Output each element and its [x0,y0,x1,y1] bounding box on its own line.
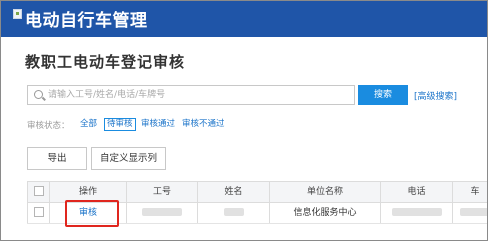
export-button[interactable]: 导出 [27,147,87,170]
custom-columns-button[interactable]: 自定义显示列 [91,147,166,170]
filter-option-all[interactable]: 全部 [80,118,97,131]
row-select-cell [27,203,49,223]
review-highlight-box [65,200,119,227]
header-phone: 电话 [380,182,452,202]
header-vehicle: 车 [452,182,487,202]
page-title: 教职工电动车登记审核 [25,53,186,71]
broken-image-icon [13,9,22,19]
app-window: 电动自行车管理 教职工电动车登记审核 搜索 [高级搜索] 审核状态： 全部 待审… [0,0,488,241]
row-phone-cell [380,203,452,223]
redacted-phone [391,207,442,216]
search-icon [34,90,43,99]
row-unit-cell: 信息化服务中心 [269,203,380,223]
redacted-name [223,207,244,216]
row-vehicle-cell [452,203,487,223]
row-name-cell [197,203,269,223]
filter-option-approved[interactable]: 审核通过 [141,118,175,131]
filter-option-pending[interactable]: 待审核 [104,118,136,131]
row-checkbox[interactable] [33,206,44,217]
header-action: 操作 [49,182,126,202]
advanced-search-link[interactable]: [高级搜索] [414,89,457,102]
search-input[interactable] [48,88,348,102]
select-all-checkbox[interactable] [33,185,44,196]
filter-option-rejected[interactable]: 审核不通过 [182,118,225,131]
redacted-staff-id [142,207,182,216]
top-bar: 电动自行车管理 [1,1,487,37]
select-all-cell [27,182,49,202]
header-unit: 单位名称 [269,182,380,202]
search-button[interactable]: 搜索 [358,85,408,105]
app-title: 电动自行车管理 [25,11,148,31]
header-staff-id: 工号 [126,182,197,202]
search-box[interactable] [27,85,355,105]
row-staff-id-cell [126,203,197,223]
filter-label: 审核状态： [27,121,70,131]
header-name: 姓名 [197,182,269,202]
redacted-vehicle [460,207,487,216]
